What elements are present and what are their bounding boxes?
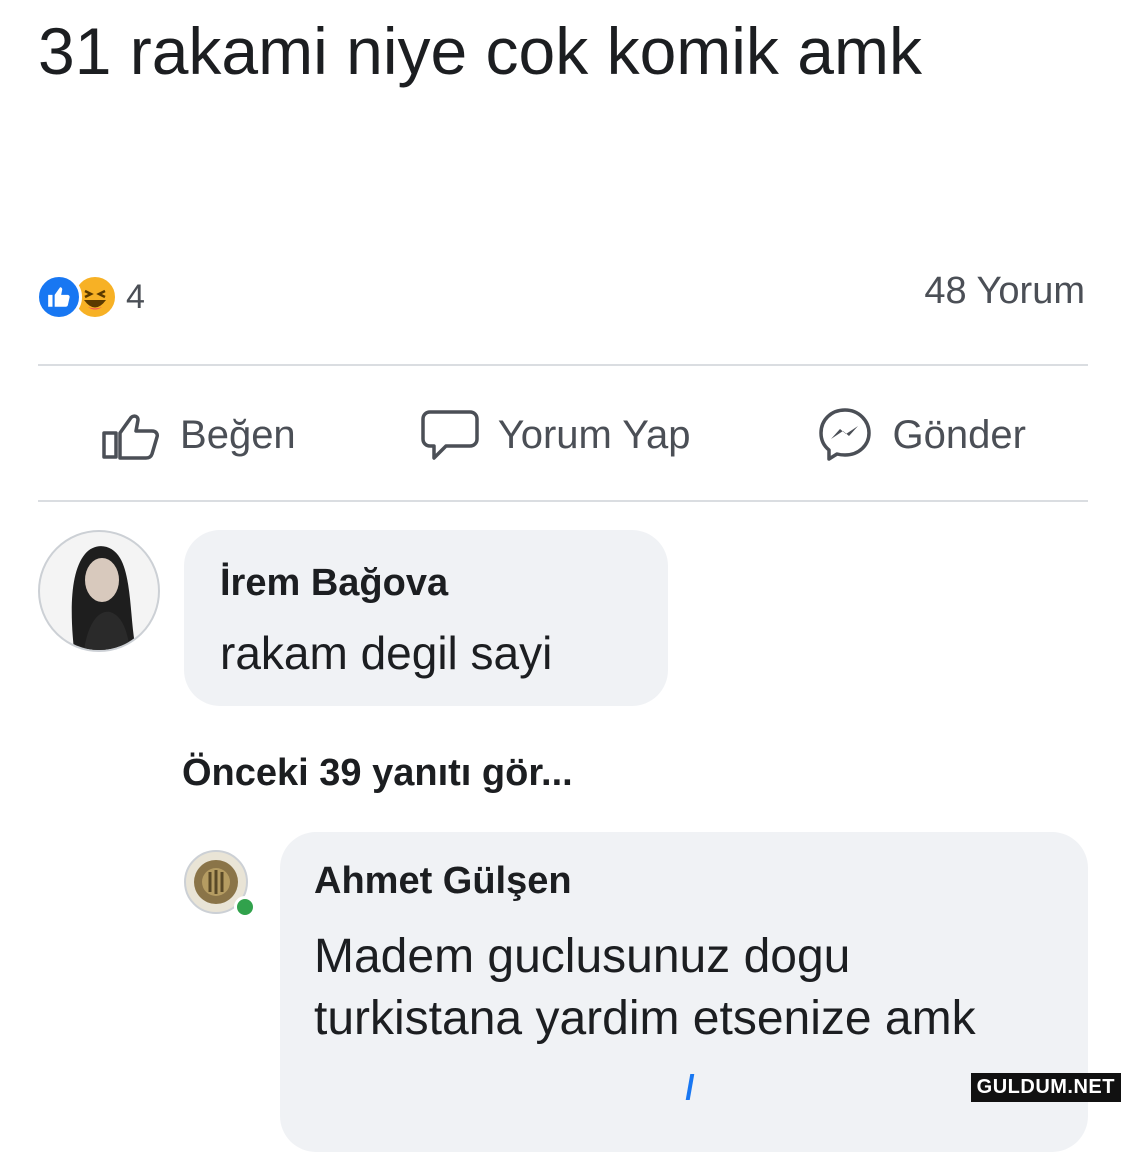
comment-count[interactable]: 48 Yorum [924, 270, 1085, 313]
text-cursor [685, 1074, 695, 1100]
action-bar: Beğen Yorum Yap Gönder [38, 395, 1088, 475]
view-previous-replies-link[interactable]: Önceki 39 yanıtı gör... [182, 752, 573, 795]
reply-text: Madem guclusunuz dogu turkistana yardim … [314, 930, 976, 1045]
send-button[interactable]: Gönder [815, 405, 1026, 465]
like-button-label: Beğen [180, 412, 296, 457]
send-button-label: Gönder [892, 412, 1026, 457]
comment-button-label: Yorum Yap [497, 412, 691, 457]
divider [38, 364, 1088, 366]
messenger-icon [818, 408, 871, 461]
speech-bubble-icon [420, 410, 479, 460]
comment-bubble: İrem Bağova rakam degil sayi [184, 530, 668, 706]
like-reaction-icon [36, 274, 82, 320]
like-button[interactable]: Beğen [100, 409, 296, 461]
comment-button[interactable]: Yorum Yap [420, 408, 691, 462]
thumbs-up-icon [102, 414, 160, 460]
reaction-count: 4 [126, 277, 145, 316]
divider [38, 500, 1088, 502]
reactions-summary[interactable]: 4 [36, 272, 145, 322]
watermark: GULDUM.NET [970, 1073, 1121, 1102]
online-status-icon [234, 896, 256, 918]
post-text: 31 rakami niye cok komik amk [38, 14, 922, 88]
avatar[interactable] [38, 530, 160, 652]
reply-bubble: Ahmet Gülşen Madem guclusunuz dogu turki… [280, 832, 1088, 1152]
reply-author[interactable]: Ahmet Gülşen [314, 860, 572, 903]
comment-author[interactable]: İrem Bağova [220, 562, 448, 605]
comment-text: rakam degil sayi [220, 627, 553, 679]
